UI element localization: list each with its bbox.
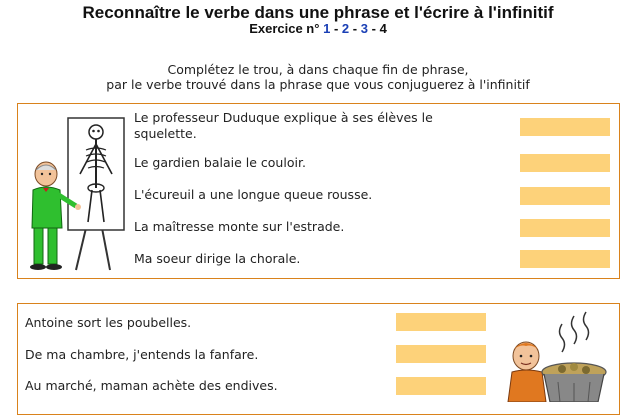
instructions-line-1: Complétez le trou, à dans chaque fin de … — [167, 62, 469, 77]
answer-field-8[interactable] — [396, 377, 486, 395]
sentence-2: Le gardien balaie le couloir. — [134, 155, 306, 170]
instructions: Complétez le trou, à dans chaque fin de … — [0, 62, 636, 92]
exercise-link-2[interactable]: 2 — [342, 21, 349, 36]
page-title: Reconnaître le verbe dans une phrase et … — [82, 3, 554, 22]
exercise-nav: Exercice n° 1 - 2 - 3 - 4 — [0, 21, 636, 36]
exercise-link-1[interactable]: 1 — [323, 21, 330, 36]
answer-field-3[interactable] — [520, 187, 610, 205]
sentence-5: Ma soeur dirige la chorale. — [134, 251, 301, 266]
sentence-3: L'écureuil a une longue queue rousse. — [134, 187, 373, 202]
exercise-group-1: Le professeur Duduque explique à ses élè… — [17, 103, 620, 279]
sentence-7: De ma chambre, j'entends la fanfare. — [25, 347, 259, 362]
answer-field-7[interactable] — [396, 345, 486, 363]
exercise-link-3[interactable]: 3 — [361, 21, 368, 36]
separator: - — [333, 21, 339, 36]
sentence-8: Au marché, maman achète des endives. — [25, 378, 278, 393]
exercise-label: Exercice n° — [249, 21, 320, 36]
separator: - — [352, 21, 358, 36]
sentence-4: La maîtresse monte sur l'estrade. — [134, 219, 345, 234]
answer-field-6[interactable] — [396, 313, 486, 331]
sentence-6: Antoine sort les poubelles. — [25, 315, 192, 330]
teacher-skeleton-icon — [30, 117, 125, 271]
answer-field-5[interactable] — [520, 250, 610, 268]
sentence-1-line-2: squelette. — [134, 126, 197, 141]
answer-field-2[interactable] — [520, 154, 610, 172]
answer-field-1[interactable] — [520, 118, 610, 136]
instructions-line-2: par le verbe trouvé dans la phrase que v… — [106, 77, 530, 92]
current-exercise: 4 — [379, 21, 387, 36]
answer-field-4[interactable] — [520, 219, 610, 237]
exercise-group-2: Antoine sort les poubelles. De ma chambr… — [17, 303, 620, 415]
boy-trash-can-icon — [507, 311, 607, 402]
separator: - — [371, 21, 376, 36]
sentence-1: Le professeur Duduque explique à ses élè… — [134, 110, 464, 142]
sentence-1-line-1: Le professeur Duduque explique à ses élè… — [134, 110, 433, 125]
